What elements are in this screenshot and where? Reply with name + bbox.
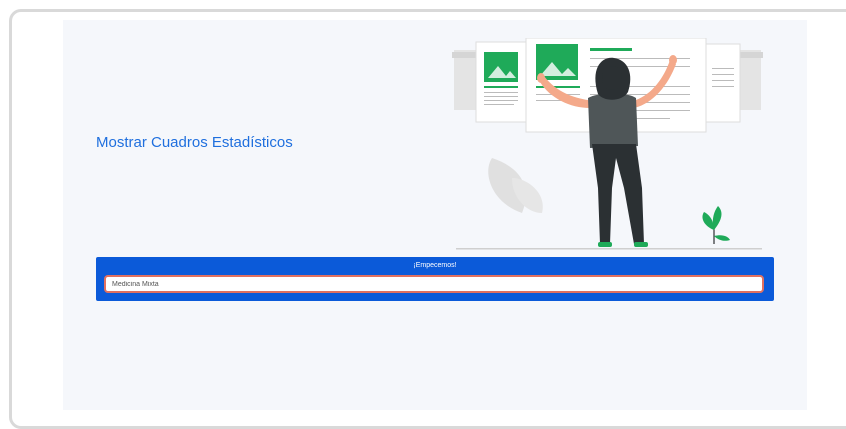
woman-arranging-cards-illustration xyxy=(452,38,763,250)
selector-label: ¡Empecemos! xyxy=(413,262,457,269)
category-input[interactable] xyxy=(104,275,764,293)
selector-bar: ¡Empecemos! xyxy=(96,257,774,301)
page-title: Mostrar Cuadros Estadísticos xyxy=(96,134,293,151)
